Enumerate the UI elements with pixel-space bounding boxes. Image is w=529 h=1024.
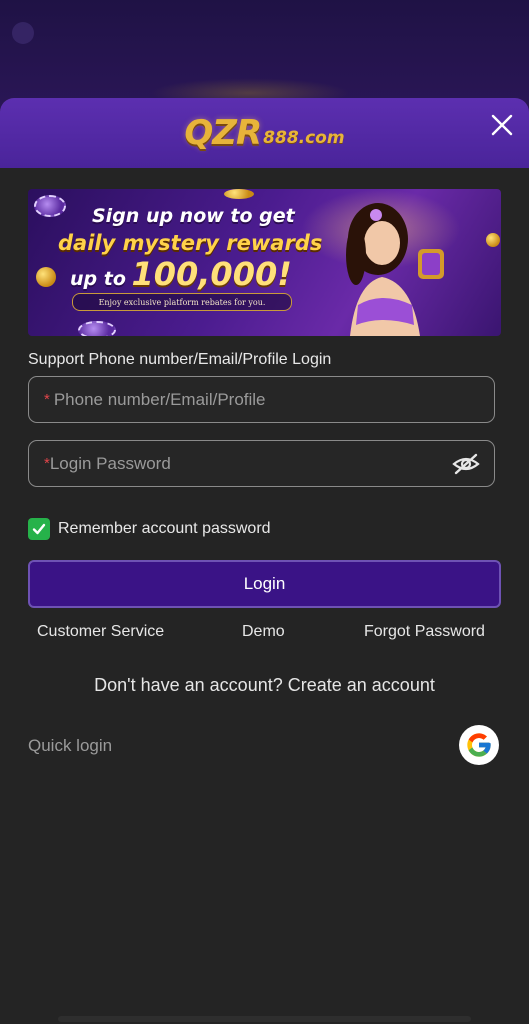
forgot-password-link[interactable]: Forgot Password [364, 623, 485, 641]
banner-tagline: Enjoy exclusive platform rebates for you… [72, 293, 292, 311]
password-input[interactable]: * Login Password [28, 440, 495, 487]
gold-coin [486, 233, 500, 247]
menu-icon [12, 22, 34, 44]
gold-coin [224, 189, 254, 199]
support-login-label: Support Phone number/Email/Profile Login [28, 351, 332, 368]
eye-off-icon[interactable] [452, 452, 480, 476]
page-backdrop [0, 0, 529, 110]
home-indicator [58, 1016, 471, 1022]
account-placeholder: Phone number/Email/Profile [53, 389, 266, 409]
logo-sub-text: 888.com [263, 128, 345, 148]
signup-row: Don't have an account? Create an account [0, 675, 529, 696]
customer-service-link[interactable]: Customer Service [37, 623, 164, 641]
gold-coin [36, 267, 56, 287]
brand-logo: QZR 888.com [184, 113, 344, 153]
banner-subheadline: daily mystery rewards [58, 231, 323, 255]
remember-password-row[interactable]: Remember account password [28, 518, 271, 540]
modal-header: QZR 888.com [0, 98, 529, 168]
signup-prompt: Don't have an account? [94, 675, 283, 695]
create-account-link[interactable]: Create an account [288, 675, 435, 695]
remember-label: Remember account password [58, 520, 271, 537]
casino-chip [78, 321, 116, 336]
promo-banner[interactable]: Sign up now to get daily mystery rewards… [28, 189, 501, 336]
banner-up-to: up to [70, 268, 126, 290]
quick-login-label: Quick login [28, 736, 113, 755]
casino-chip [34, 195, 66, 217]
google-login-button[interactable] [459, 725, 499, 765]
password-placeholder: Login Password [49, 453, 171, 473]
checkmark-icon [32, 523, 46, 535]
account-input[interactable]: * Phone number/Email/Profile [28, 376, 495, 423]
login-button[interactable]: Login [28, 560, 501, 608]
banner-headline: Sign up now to get [92, 205, 295, 227]
required-mark: * [44, 391, 50, 408]
demo-link[interactable]: Demo [242, 623, 285, 641]
remember-checkbox[interactable] [28, 518, 50, 540]
hostess-illustration [346, 203, 444, 336]
google-icon [467, 733, 491, 757]
banner-amount: 100,000! [131, 255, 292, 293]
logo-main-text: QZR [184, 113, 262, 153]
close-icon [491, 114, 513, 136]
banner-amount-line: up to 100,000! [70, 255, 292, 293]
close-button[interactable] [487, 110, 517, 140]
login-modal: QZR 888.com Sign up now to get daily mys… [0, 98, 529, 1024]
